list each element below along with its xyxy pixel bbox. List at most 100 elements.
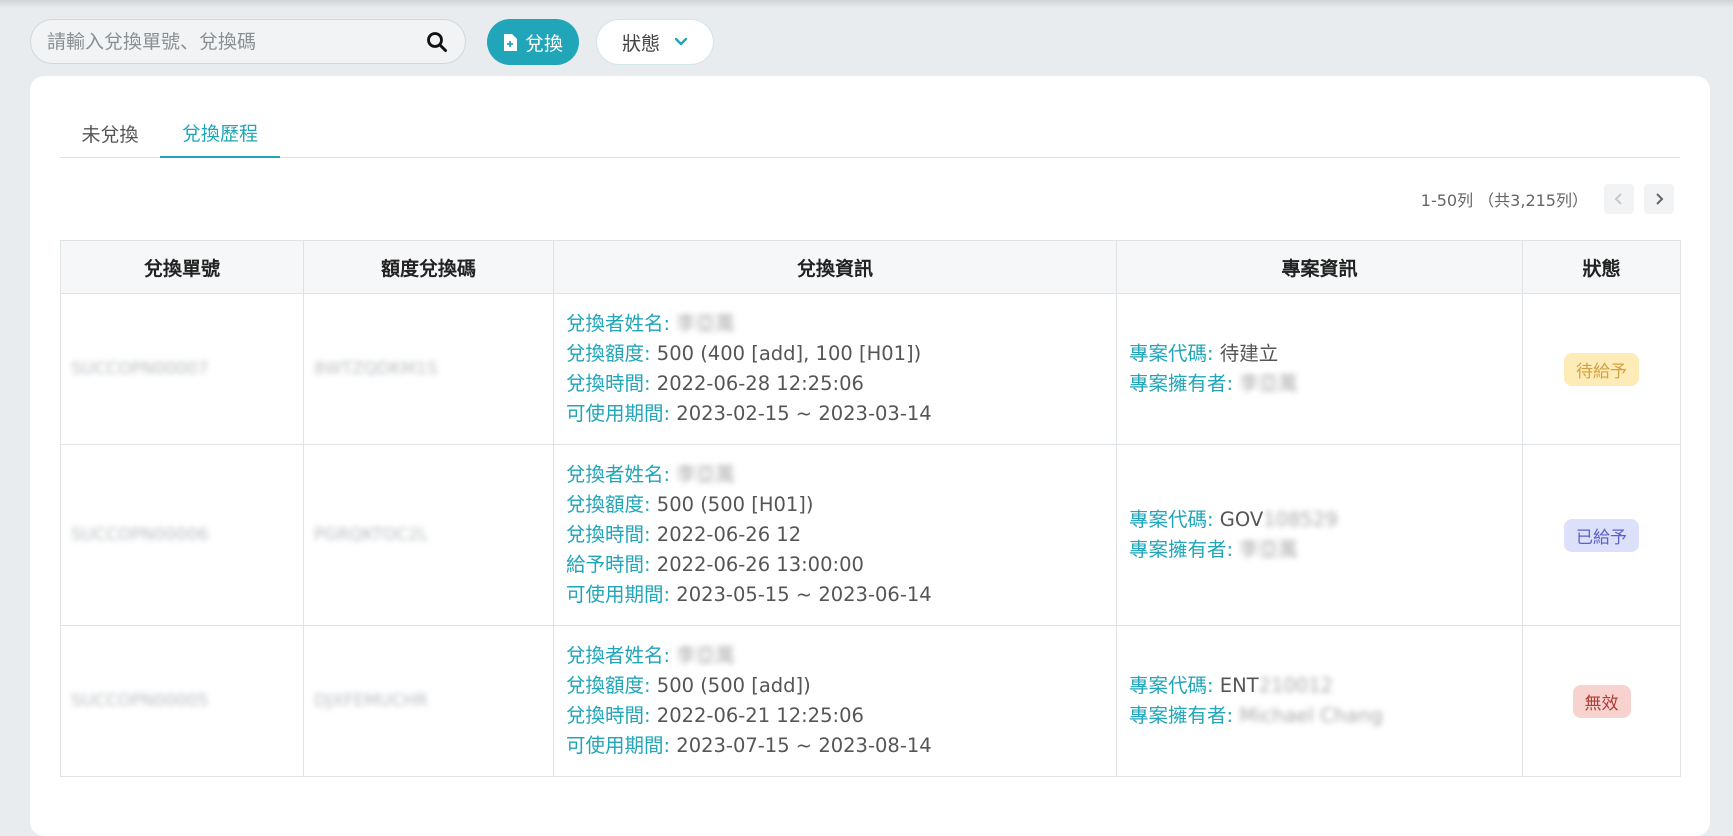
code-cell: DJXFEMUCHR	[303, 625, 554, 777]
info-value: 2022-06-21 12:25:06	[656, 704, 864, 727]
info-line: 兌換者姓名: 李亞萬	[566, 460, 1104, 490]
info-label: 兌換額度:	[566, 493, 651, 516]
status-badge: 待給予	[1564, 352, 1639, 386]
project-cell: 專案代碼: GOV108529 專案擁有者: 李亞萬	[1116, 444, 1523, 626]
info-line: 兌換額度: 500 (400 [add], 100 [H01])	[566, 339, 1104, 369]
info-value: 2022-06-28 12:25:06	[656, 372, 864, 395]
table-row: SUCCOPN00005 DJXFEMUCHR 兌換者姓名: 李亞萬 兌換額度:…	[60, 625, 1681, 777]
pagination: 1-50列 （共3,215列）	[1421, 184, 1674, 214]
order-no-cell: SUCCOPN00006	[60, 444, 304, 626]
project-cell: 專案代碼: 待建立 專案擁有者: 李亞萬	[1116, 293, 1523, 445]
code-cell: PGRQKTOC2L	[303, 444, 554, 626]
info-line: 可使用期間: 2023-02-15 ~ 2023-03-14	[566, 399, 1104, 429]
project-cell: 專案代碼: ENT210012 專案擁有者: Michael Chang	[1116, 625, 1523, 777]
status-badge: 無效	[1572, 684, 1631, 718]
search-input[interactable]	[31, 20, 425, 63]
exchange-button[interactable]: 兌換	[487, 19, 579, 65]
header-status: 狀態	[1522, 240, 1681, 294]
project-owner-value: 李亞萬	[1239, 372, 1298, 395]
header-project: 專案資訊	[1116, 240, 1523, 294]
info-line: 兌換時間: 2022-06-26 12	[566, 520, 1104, 550]
info-label: 兌換者姓名:	[566, 463, 671, 486]
info-label: 兌換時間:	[566, 523, 651, 546]
info-value: 2023-05-15 ~ 2023-06-14	[676, 583, 932, 606]
info-label: 兌換時間:	[566, 704, 651, 727]
table-row: SUCCOPN00007 8WTZQDKM1S 兌換者姓名: 李亞萬 兌換額度:…	[60, 293, 1681, 445]
info-cell: 兌換者姓名: 李亞萬 兌換額度: 500 (500 [H01]) 兌換時間: 2…	[553, 444, 1117, 626]
info-label: 兌換額度:	[566, 674, 651, 697]
info-value: 500 (500 [add])	[656, 674, 811, 697]
prev-page-button[interactable]	[1604, 184, 1634, 214]
order-no-cell: SUCCOPN00007	[60, 293, 304, 445]
header-info: 兌換資訊	[553, 240, 1117, 294]
project-code-label: 專案代碼:	[1129, 674, 1214, 697]
info-value: 李亞萬	[676, 644, 735, 667]
status-cell: 待給予	[1522, 293, 1681, 445]
project-owner-line: 專案擁有者: 李亞萬	[1129, 535, 1510, 565]
project-code-line: 專案代碼: 待建立	[1129, 339, 1510, 369]
project-owner-label: 專案擁有者:	[1129, 372, 1234, 395]
info-line: 兌換時間: 2022-06-28 12:25:06	[566, 369, 1104, 399]
project-code-suffix: 210012	[1258, 674, 1334, 697]
header-order-no: 兌換單號	[60, 240, 304, 294]
tab-bar: 未兌換 兌換歷程	[60, 109, 1680, 158]
code-cell: 8WTZQDKM1S	[303, 293, 554, 445]
status-cell: 已給予	[1522, 444, 1681, 626]
next-page-button[interactable]	[1644, 184, 1674, 214]
project-code-label: 專案代碼:	[1129, 342, 1214, 365]
info-line: 兌換者姓名: 李亞萬	[566, 641, 1104, 671]
info-value: 李亞萬	[676, 312, 735, 335]
project-owner-line: 專案擁有者: Michael Chang	[1129, 701, 1510, 731]
info-value: 2022-06-26 13:00:00	[656, 553, 864, 576]
project-owner-label: 專案擁有者:	[1129, 704, 1234, 727]
project-code-value: 待建立	[1219, 342, 1279, 365]
info-value: 2022-06-26 12	[656, 523, 802, 546]
project-owner-line: 專案擁有者: 李亞萬	[1129, 369, 1510, 399]
status-dropdown-label: 狀態	[621, 32, 660, 55]
project-owner-value: Michael Chang	[1239, 704, 1383, 727]
info-line: 兌換額度: 500 (500 [add])	[566, 671, 1104, 701]
search-icon[interactable]	[425, 30, 449, 54]
project-code-line: 專案代碼: ENT210012	[1129, 671, 1510, 701]
chevron-right-icon	[1656, 193, 1664, 205]
info-value: 2023-07-15 ~ 2023-08-14	[676, 734, 932, 757]
info-line: 兌換時間: 2022-06-21 12:25:06	[566, 701, 1104, 731]
info-line: 可使用期間: 2023-05-15 ~ 2023-06-14	[566, 580, 1104, 610]
tab-redeem-history[interactable]: 兌換歷程	[160, 109, 280, 158]
table-header-row: 兌換單號 額度兌換碼 兌換資訊 專案資訊 狀態	[60, 240, 1681, 294]
project-code-label: 專案代碼:	[1129, 508, 1214, 531]
order-no-cell: SUCCOPN00005	[60, 625, 304, 777]
table-row: SUCCOPN00006 PGRQKTOC2L 兌換者姓名: 李亞萬 兌換額度:…	[60, 444, 1681, 626]
exchange-button-label: 兌換	[524, 32, 563, 55]
file-plus-icon	[503, 33, 517, 51]
info-line: 兌換者姓名: 李亞萬	[566, 309, 1104, 339]
info-label: 可使用期間:	[566, 734, 671, 757]
status-cell: 無效	[1522, 625, 1681, 777]
info-label: 兌換額度:	[566, 342, 651, 365]
info-cell: 兌換者姓名: 李亞萬 兌換額度: 500 (400 [add], 100 [H0…	[553, 293, 1117, 445]
info-label: 兌換者姓名:	[566, 644, 671, 667]
info-line: 兌換額度: 500 (500 [H01])	[566, 490, 1104, 520]
info-value: 2023-02-15 ~ 2023-03-14	[676, 402, 932, 425]
project-code-suffix: 108529	[1263, 508, 1338, 531]
info-label: 給予時間:	[566, 553, 651, 576]
info-value: 500 (400 [add], 100 [H01])	[656, 342, 922, 365]
info-label: 可使用期間:	[566, 583, 671, 606]
search-box	[30, 19, 466, 64]
info-label: 兌換者姓名:	[566, 312, 671, 335]
tab-unredeemed[interactable]: 未兌換	[60, 109, 160, 157]
project-owner-value: 李亞萬	[1239, 538, 1298, 561]
info-cell: 兌換者姓名: 李亞萬 兌換額度: 500 (500 [add]) 兌換時間: 2…	[553, 625, 1117, 777]
project-code-value: GOV	[1219, 508, 1264, 531]
info-value: 500 (500 [H01])	[656, 493, 814, 516]
info-line: 可使用期間: 2023-07-15 ~ 2023-08-14	[566, 731, 1104, 761]
chevron-left-icon	[1614, 193, 1622, 205]
history-table: 兌換單號 額度兌換碼 兌換資訊 專案資訊 狀態 SUCCOPN00007 8WT…	[60, 240, 1681, 777]
info-line: 給予時間: 2022-06-26 13:00:00	[566, 550, 1104, 580]
header-code: 額度兌換碼	[303, 240, 554, 294]
status-dropdown[interactable]: 狀態	[596, 19, 714, 65]
status-badge: 已給予	[1564, 518, 1639, 552]
main-panel: 未兌換 兌換歷程 1-50列 （共3,215列） 兌換單號 額度兌換碼 兌換資訊…	[30, 76, 1710, 836]
top-shadow	[0, 0, 1733, 8]
pagination-text: 1-50列 （共3,215列）	[1420, 191, 1588, 210]
